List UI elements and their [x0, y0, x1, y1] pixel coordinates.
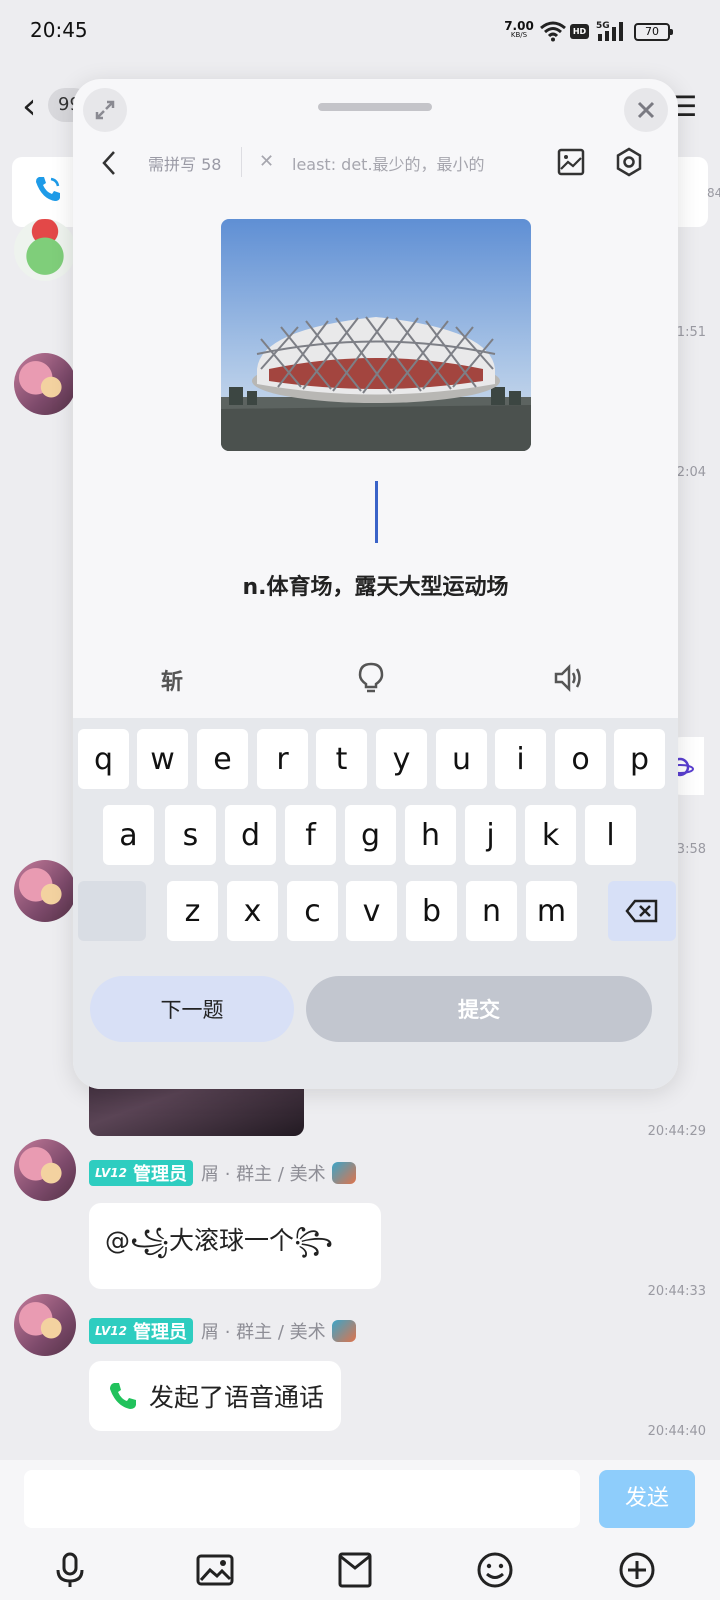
submit-button[interactable]: 提交	[306, 976, 652, 1042]
timestamp: 20:44:40	[647, 1424, 706, 1439]
plus-icon[interactable]	[617, 1550, 657, 1590]
message-bubble[interactable]: @꧁大滚球一个꧂	[89, 1203, 381, 1289]
level-label: LV12	[95, 1166, 127, 1180]
key-r[interactable]: r	[257, 729, 308, 789]
wifi-icon	[540, 21, 566, 42]
sender-title: 屑 · 群主 / 美术	[200, 1164, 326, 1185]
key-c[interactable]: c	[287, 881, 338, 941]
message-text: 发起了语音通话	[149, 1383, 325, 1412]
wrong-mark-icon: ✕	[259, 151, 275, 172]
key-v[interactable]: v	[346, 881, 397, 941]
avatar[interactable]	[14, 219, 76, 281]
expand-icon	[95, 100, 115, 120]
timestamp-fragment: 84	[707, 186, 720, 200]
signal-icon: 5G	[596, 21, 623, 41]
quiz-tools: 斩	[73, 654, 678, 704]
back-chevron-icon[interactable]	[99, 149, 119, 177]
key-q[interactable]: q	[78, 729, 129, 789]
answer-input-cursor[interactable]	[375, 481, 378, 543]
message-text: @꧁大滚球一个꧂	[105, 1225, 334, 1255]
timestamp: 20:44:29	[647, 1124, 706, 1139]
phone-call-icon	[36, 177, 60, 201]
role-label: 管理员	[132, 1322, 187, 1343]
avatar[interactable]	[14, 1139, 76, 1201]
send-button[interactable]: 发送	[599, 1470, 695, 1528]
message-input[interactable]	[24, 1470, 580, 1528]
drag-handle[interactable]	[318, 103, 432, 111]
keyboard: q w e r t y u i o p a s d f g h j k l z …	[73, 718, 678, 1089]
clock: 20:45	[30, 18, 88, 42]
avatar[interactable]	[14, 353, 76, 415]
avatar[interactable]	[14, 1294, 76, 1356]
expand-button[interactable]	[83, 88, 127, 132]
next-question-button[interactable]: 下一题	[90, 976, 294, 1042]
key-p[interactable]: p	[614, 729, 665, 789]
quiz-nav-bar: 需拼写 58 ✕ least: det.最少的，最小的	[73, 139, 678, 187]
level-label: LV12	[95, 1324, 127, 1338]
speaker-icon[interactable]	[553, 663, 583, 693]
key-a[interactable]: a	[103, 805, 154, 865]
image-hint-icon[interactable]	[556, 147, 586, 177]
key-h[interactable]: h	[405, 805, 456, 865]
key-i[interactable]: i	[495, 729, 546, 789]
previous-word[interactable]: least: det.最少的，最小的	[292, 151, 485, 175]
battery-indicator: 70	[634, 23, 673, 41]
status-bar: 20:45 7.00 KB/S HD 5G 70	[0, 0, 720, 64]
spelling-quiz-panel: 需拼写 58 ✕ least: det.最少的，最小的 n.体育场，露天大型运动…	[73, 79, 678, 1089]
composer: 发送	[0, 1460, 720, 1600]
settings-gear-icon[interactable]	[613, 146, 645, 178]
dragon-emoji-icon	[331, 1320, 356, 1342]
key-e[interactable]: e	[197, 729, 248, 789]
slash-word-button[interactable]: 斩	[161, 664, 183, 696]
key-z[interactable]: z	[167, 881, 218, 941]
level-badge: LV12 管理员	[89, 1160, 193, 1186]
key-k[interactable]: k	[525, 805, 576, 865]
key-m[interactable]: m	[526, 881, 577, 941]
lightbulb-icon[interactable]	[358, 662, 384, 694]
key-s[interactable]: s	[165, 805, 216, 865]
phone-icon	[110, 1383, 136, 1409]
timestamp: 20:44:33	[647, 1284, 706, 1299]
key-d[interactable]: d	[225, 805, 276, 865]
word-meaning: n.体育场，露天大型运动场	[242, 575, 509, 600]
key-l[interactable]: l	[585, 805, 636, 865]
need-spell-count: 需拼写 58	[148, 155, 222, 174]
key-o[interactable]: o	[555, 729, 606, 789]
network-type: 5G	[596, 21, 610, 31]
key-f[interactable]: f	[285, 805, 336, 865]
backspace-key[interactable]	[608, 881, 676, 941]
role-label: 管理员	[132, 1164, 187, 1185]
key-u[interactable]: u	[436, 729, 487, 789]
sender-tags: LV12 管理员 屑 · 群主 / 美术	[89, 1318, 356, 1344]
microphone-icon[interactable]	[50, 1550, 90, 1590]
image-icon[interactable]	[195, 1550, 235, 1590]
key-j[interactable]: j	[465, 805, 516, 865]
envelope-icon[interactable]	[335, 1550, 375, 1590]
emoji-icon[interactable]	[475, 1550, 515, 1590]
key-b[interactable]: b	[406, 881, 457, 941]
key-y[interactable]: y	[376, 729, 427, 789]
backspace-icon	[625, 899, 658, 923]
key-n[interactable]: n	[466, 881, 517, 941]
sender-tags: LV12 管理员 屑 · 群主 / 美术	[89, 1160, 356, 1186]
key-t[interactable]: t	[316, 729, 367, 789]
key-x[interactable]: x	[227, 881, 278, 941]
level-badge: LV12 管理员	[89, 1318, 193, 1344]
dragon-emoji-icon	[331, 1162, 356, 1184]
hd-badge: HD	[570, 24, 589, 39]
divider	[241, 147, 242, 177]
key-w[interactable]: w	[137, 729, 188, 789]
sender-title: 屑 · 群主 / 美术	[200, 1322, 326, 1343]
chevron-left-icon[interactable]: ‹	[22, 86, 36, 127]
voice-call-bubble[interactable]: 发起了语音通话	[89, 1361, 341, 1431]
network-speed: 7.00 KB/S	[504, 20, 534, 39]
shift-key[interactable]	[78, 881, 146, 941]
stadium-photo	[221, 219, 531, 451]
close-button[interactable]	[624, 88, 668, 132]
avatar[interactable]	[14, 860, 76, 922]
key-g[interactable]: g	[345, 805, 396, 865]
close-icon	[637, 101, 655, 119]
